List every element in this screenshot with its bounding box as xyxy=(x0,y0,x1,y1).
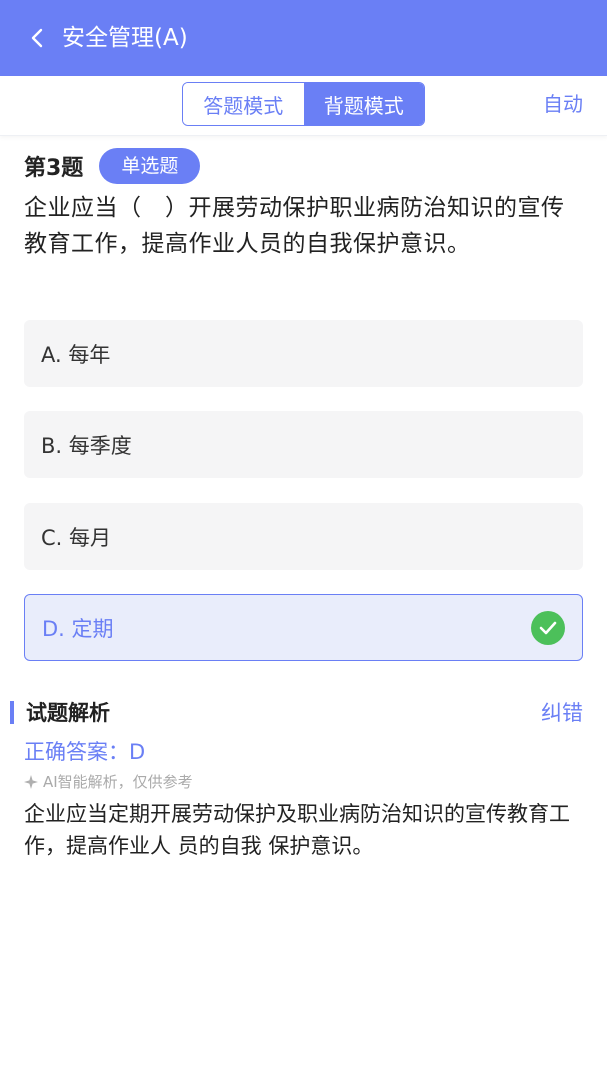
analysis-title: 试题解析 xyxy=(26,701,110,725)
question-header: 第3题 单选题 xyxy=(24,148,201,184)
analysis-text: 企业应当定期开展劳动保护及职业病防治知识的宣传教育工作，提高作业人 员的自我 保… xyxy=(24,802,570,858)
ai-note-text: AI智能解析，仅供参考 xyxy=(43,773,193,791)
option-label: A. 每年 xyxy=(41,342,111,367)
ai-note: AI智能解析，仅供参考 xyxy=(24,771,193,793)
back-button[interactable] xyxy=(22,22,52,54)
recite-mode-tab[interactable]: 背题模式 xyxy=(303,83,424,125)
check-circle-icon xyxy=(531,611,565,645)
question-number: 第3题 xyxy=(24,156,84,181)
section-accent-bar xyxy=(10,701,14,724)
question-type-badge: 单选题 xyxy=(99,148,201,184)
question-text: 企业应当（ ）开展劳动保护职业病防治知识的宣传教育工作，提高作业人员的自我保护意… xyxy=(24,195,565,257)
app-header: 安全管理(A) xyxy=(0,0,607,76)
option-label: B. 每季度 xyxy=(41,433,132,458)
answer-mode-tab[interactable]: 答题模式 xyxy=(183,83,304,125)
chevron-left-icon xyxy=(31,28,43,48)
mode-bar: 答题模式 背题模式 自动 xyxy=(0,76,607,136)
auto-button[interactable]: 自动 xyxy=(543,82,583,126)
option-label: D. 定期 xyxy=(42,616,114,641)
correct-answer: 正确答案：D xyxy=(24,740,146,764)
option-label: C. 每月 xyxy=(41,525,112,550)
page-title: 安全管理(A) xyxy=(62,25,188,51)
report-error-button[interactable]: 纠错 xyxy=(541,698,583,728)
sparkle-icon xyxy=(24,775,38,789)
mode-switch: 答题模式 背题模式 xyxy=(182,82,425,126)
option-d[interactable]: D. 定期 xyxy=(24,594,583,661)
option-c[interactable]: C. 每月 xyxy=(24,503,583,570)
option-a[interactable]: A. 每年 xyxy=(24,320,583,387)
option-b[interactable]: B. 每季度 xyxy=(24,411,583,478)
